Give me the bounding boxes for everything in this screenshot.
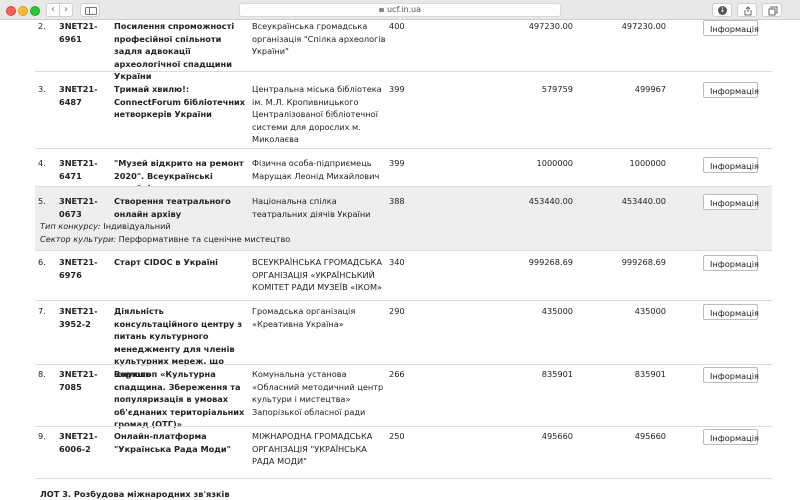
chevron-left-icon: ‹: [51, 4, 55, 15]
tabs-icon: [768, 6, 778, 16]
project-code: 3NET21-6471: [59, 158, 98, 181]
requested-amount: 835901: [541, 369, 573, 379]
total-amount: 435000: [634, 306, 666, 316]
downloads-button[interactable]: ↓: [712, 3, 732, 17]
address-bar-url: ucf.in.ua: [386, 5, 422, 14]
organization-name: Громадська організація «Креативна Україн…: [252, 306, 356, 329]
table-row: 3. 3NET21-6487 Тримай хвилю!: ConnectFor…: [35, 72, 772, 149]
row-number: 7.: [38, 306, 46, 316]
total-amount: 835901: [634, 369, 666, 379]
info-button[interactable]: Інформація: [703, 194, 759, 210]
requested-amount: 999268.69: [528, 257, 573, 267]
zoom-window-button[interactable]: [30, 6, 40, 16]
table-row-expanded: 5. 3NET21-0673 Створення театрального он…: [35, 187, 772, 251]
share-icon: [744, 6, 752, 16]
requested-amount: 495660: [541, 431, 573, 441]
total-amount: 499967: [634, 84, 666, 94]
score: 388: [389, 196, 405, 206]
sidebar-toggle-button[interactable]: [80, 3, 100, 17]
organization-name: Комунальна установа «Обласний методичний…: [252, 369, 384, 417]
row-number: 5.: [38, 196, 46, 206]
score: 400: [389, 21, 405, 31]
score: 340: [389, 257, 405, 267]
browser-toolbar: ‹ › ucf.in.ua ↓: [0, 0, 800, 20]
info-button[interactable]: Інформація: [703, 82, 759, 98]
project-title: Створення театрального онлайн архіву: [114, 196, 231, 219]
score: 250: [389, 431, 405, 441]
project-title: Тримай хвилю!: ConnectForum бібліотечних…: [114, 84, 246, 120]
total-amount: 1000000: [629, 158, 666, 168]
organization-name: Всеукраїнська громадська організація "Сп…: [252, 21, 386, 57]
sidebar-icon: [85, 7, 97, 15]
row-number: 9.: [38, 431, 46, 441]
project-title: Воркшоп «Культурна спадщина. Збереження …: [114, 369, 245, 430]
table-row: 7. 3NET21-3952-2 Діяльність консультацій…: [35, 301, 772, 379]
tab-overview-button[interactable]: [762, 3, 782, 17]
score: 290: [389, 306, 405, 316]
total-amount: 497230.00: [621, 21, 666, 31]
info-button[interactable]: Інформація: [703, 255, 759, 271]
competition-type-label: Тип конкурсу:: [40, 221, 101, 231]
project-code: 3NET21-0673: [59, 196, 98, 219]
project-code: 3NET21-7085: [59, 369, 98, 392]
chevron-right-icon: ›: [64, 4, 68, 15]
organization-name: Національна спілка театральних діячів Ук…: [252, 196, 371, 219]
requested-amount: 1000000: [536, 158, 573, 168]
table-row: 2. 3NET21-6961 Посилення спроможності пр…: [35, 20, 772, 81]
row-number: 4.: [38, 158, 46, 168]
row-number: 6.: [38, 257, 46, 267]
total-amount: 495660: [634, 431, 666, 441]
back-button[interactable]: ‹: [46, 3, 60, 17]
lock-icon: [378, 8, 384, 12]
address-bar[interactable]: ucf.in.ua: [239, 3, 561, 17]
info-button[interactable]: Інформація: [703, 367, 759, 383]
table-row: 4. 3NET21-6471 "Музей відкрито на ремонт…: [35, 149, 772, 193]
download-icon: ↓: [718, 6, 727, 15]
requested-amount: 497230.00: [528, 21, 573, 31]
project-title: Онлайн-платформа "Українська Рада Моди": [114, 431, 231, 454]
requested-amount: 453440.00: [528, 196, 573, 206]
organization-name: МІЖНАРОДНА ГРОМАДСЬКА ОРГАНІЗАЦІЯ "УКРАЇ…: [252, 431, 373, 467]
requested-amount: 579759: [541, 84, 573, 94]
project-title: Старт CIDOC в Україні: [114, 257, 218, 267]
total-amount: 453440.00: [621, 196, 666, 206]
table-row: 8. 3NET21-7085 Воркшоп «Культурна спадщи…: [35, 365, 772, 429]
forward-button[interactable]: ›: [59, 3, 73, 17]
score: 399: [389, 158, 405, 168]
row-number: 3.: [38, 84, 46, 94]
score: 266: [389, 369, 405, 379]
section-divider: [35, 478, 772, 479]
culture-sector-value: Перформативне та сценічне мистецтво: [116, 234, 291, 244]
organization-name: ВСЕУКРАЇНСЬКА ГРОМАДСЬКА ОРГАНІЗАЦІЯ «УК…: [252, 257, 383, 293]
project-code: 3NET21-3952-2: [59, 306, 98, 329]
close-window-button[interactable]: [6, 6, 16, 16]
project-code: 3NET21-6961: [59, 21, 98, 44]
organization-name: Центральна міська бібліотека ім. М.Л. Кр…: [252, 84, 382, 145]
competition-type: Тип конкурсу: Індивідуальний: [40, 220, 171, 233]
info-button[interactable]: Інформація: [703, 157, 759, 173]
score: 399: [389, 84, 405, 94]
competition-type-value: Індивідуальний: [100, 221, 171, 231]
organization-name: Фізична особа-підприємець Марущак Леонід…: [252, 158, 380, 181]
project-code: 3NET21-6487: [59, 84, 98, 107]
info-button[interactable]: Інформація: [703, 429, 759, 445]
project-code: 3NET21-6006-2: [59, 431, 98, 454]
table-row: 6. 3NET21-6976 Старт CIDOC в Україні ВСЕ…: [35, 251, 772, 301]
share-button[interactable]: [737, 3, 757, 17]
info-button[interactable]: Інформація: [703, 304, 759, 320]
row-number: 2.: [38, 21, 46, 31]
total-amount: 999268.69: [621, 257, 666, 267]
culture-sector-label: Сектор культури:: [40, 234, 117, 244]
culture-sector: Сектор культури: Перформативне та сценіч…: [40, 233, 290, 246]
lot-heading: ЛОТ 3. Розбудова міжнародних зв'язків: [40, 489, 230, 499]
page-content: 2. 3NET21-6961 Посилення спроможності пр…: [0, 20, 800, 500]
row-number: 8.: [38, 369, 46, 379]
minimize-window-button[interactable]: [18, 6, 28, 16]
table-row: 9. 3NET21-6006-2 Онлайн-платформа "Украї…: [35, 427, 772, 475]
requested-amount: 435000: [541, 306, 573, 316]
info-button[interactable]: Інформація: [703, 20, 759, 36]
project-code: 3NET21-6976: [59, 257, 98, 280]
